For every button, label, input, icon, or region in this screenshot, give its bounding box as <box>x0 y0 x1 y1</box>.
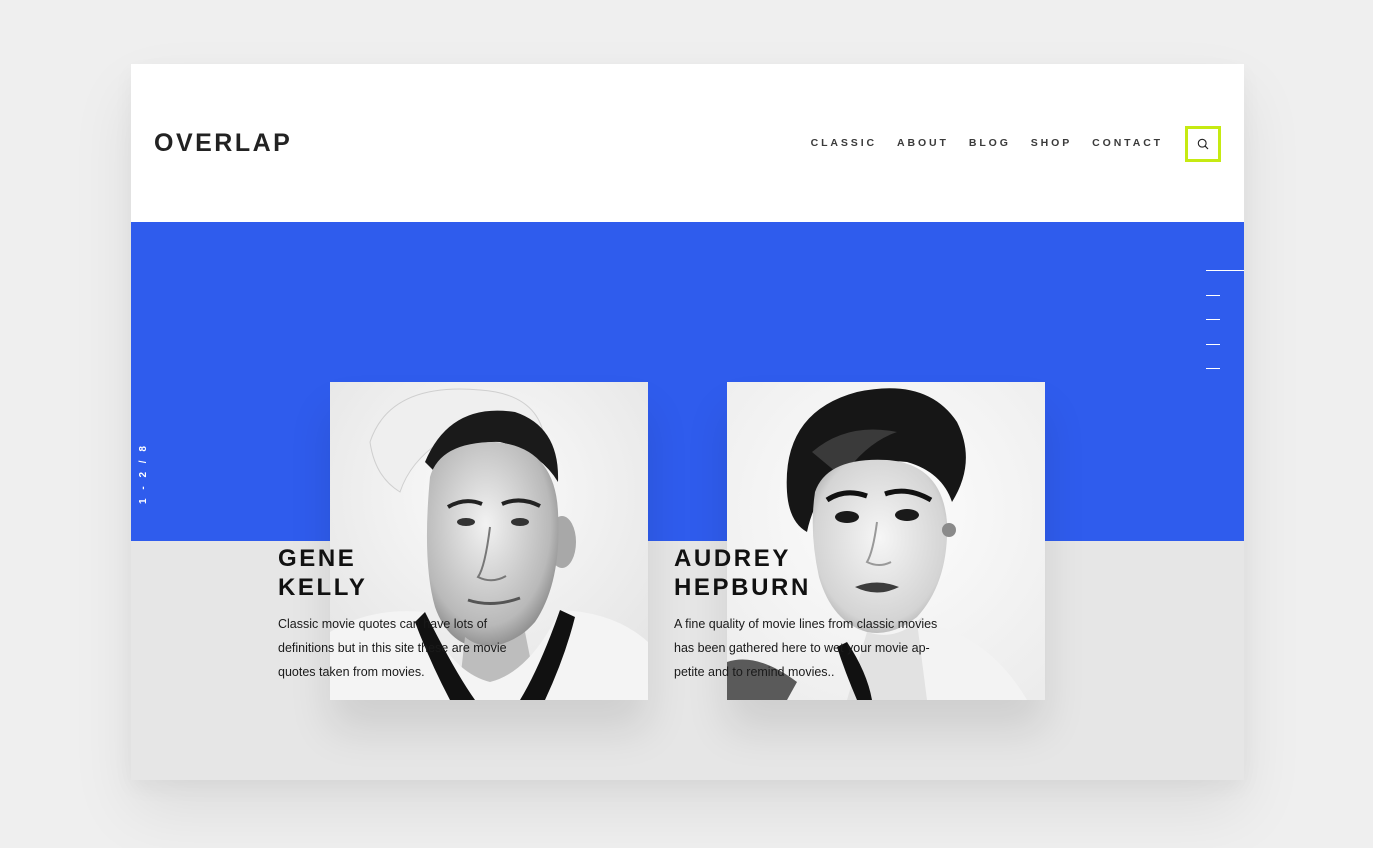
card-first-name: GENE <box>278 545 357 572</box>
pager-line-1[interactable] <box>1206 270 1244 271</box>
pager-line-2[interactable] <box>1206 294 1220 296</box>
card-description: A fine quality of movie lines from class… <box>674 617 938 679</box>
pager-line-5[interactable] <box>1206 368 1220 369</box>
pager-line-4[interactable] <box>1206 343 1220 345</box>
nav-item-blog[interactable]: BLOG <box>969 136 1011 150</box>
card-description: Classic movie quotes can have lots of de… <box>278 617 507 679</box>
search-button[interactable] <box>1185 126 1221 162</box>
card-last-name: HEPBURN <box>674 574 811 601</box>
slide-counter: 1 - 2 / 8 <box>138 443 149 504</box>
site-header: OVERLAP CLASSIC ABOUT BLOG SHOP CONTACT <box>131 64 1244 222</box>
site-logo[interactable]: OVERLAP <box>154 128 292 158</box>
page-container: OVERLAP CLASSIC ABOUT BLOG SHOP CONTACT … <box>131 64 1244 780</box>
card-title-audrey-hepburn[interactable]: AUDREY HEPBURN <box>674 544 811 602</box>
card-title-gene-kelly[interactable]: GENE KELLY <box>278 544 367 602</box>
nav-item-classic[interactable]: CLASSIC <box>811 136 877 150</box>
nav-item-about[interactable]: ABOUT <box>897 136 949 150</box>
search-icon <box>1197 138 1209 150</box>
hero-band <box>131 222 1244 541</box>
nav-item-contact[interactable]: CONTACT <box>1092 136 1163 150</box>
pager-line-3[interactable] <box>1206 319 1220 320</box>
card-last-name: KELLY <box>278 574 368 601</box>
main-nav: CLASSIC ABOUT BLOG SHOP CONTACT <box>791 136 1163 150</box>
nav-item-shop[interactable]: SHOP <box>1031 136 1072 150</box>
card-first-name: AUDREY <box>674 545 791 572</box>
